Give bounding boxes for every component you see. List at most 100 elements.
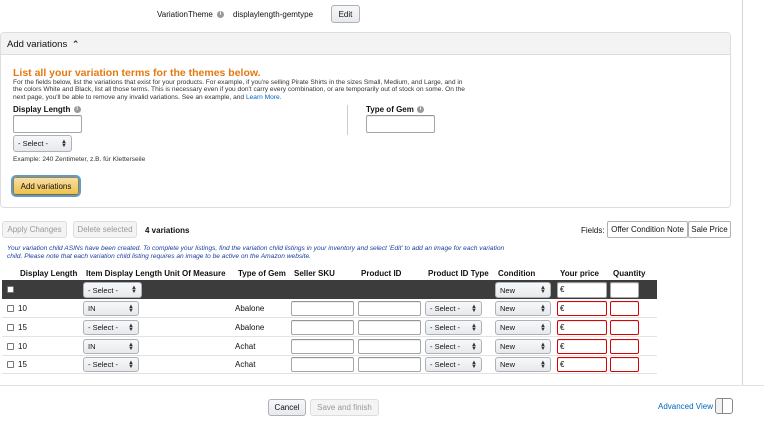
row-condition-select[interactable]: New ▲ ▼	[495, 320, 551, 335]
select-arrows-icon: ▲ ▼	[540, 285, 546, 295]
row-checkbox[interactable]	[7, 305, 14, 312]
toggle-knob	[716, 399, 723, 413]
select-arrows-icon: ▲ ▼	[540, 359, 546, 370]
select-arrows-icon: ▲ ▼	[471, 303, 477, 314]
row-product-id-input[interactable]	[358, 301, 421, 316]
edit-variation-theme-button[interactable]: Edit	[331, 5, 360, 23]
row-product-id-type-select[interactable]: - Select - ▲ ▼	[425, 357, 482, 372]
save-and-finish-button[interactable]: Save and finish	[310, 399, 379, 416]
add-variations-heading: List all your variation terms for the th…	[13, 67, 261, 79]
type-of-gem-input[interactable]	[366, 115, 435, 133]
row-type-of-gem: Abalone	[235, 323, 265, 332]
select-arrows-icon: ▲ ▼	[61, 138, 67, 149]
add-variations-description: For the fields below, list the variation…	[13, 79, 465, 101]
row-quantity-input[interactable]	[610, 320, 639, 335]
row-condition-select[interactable]: New ▲ ▼	[495, 357, 551, 372]
row-product-id-type-select[interactable]: - Select - ▲ ▼	[425, 301, 482, 316]
variation-theme-label: VariationTheme i	[157, 10, 225, 19]
footer-divider	[0, 385, 764, 386]
example-text: Example: 240 Zentimeter, z.B. für Klette…	[13, 156, 146, 163]
row-product-id-input[interactable]	[358, 339, 421, 354]
select-all-checkbox[interactable]	[7, 286, 14, 293]
info-icon[interactable]: i	[217, 11, 225, 19]
type-of-gem-label: Type of Gem i	[366, 105, 425, 114]
add-variations-button[interactable]: Add variations	[13, 177, 79, 195]
row-unit-select[interactable]: IN ▲ ▼	[83, 301, 139, 316]
row-price-input[interactable]	[557, 357, 607, 372]
variation-theme-value: displaylength-gemtype	[233, 10, 314, 19]
row-checkbox[interactable]	[7, 324, 14, 331]
select-arrows-icon: ▲ ▼	[540, 322, 546, 333]
row-display-length: 15	[18, 323, 27, 332]
select-arrows-icon: ▲ ▼	[128, 322, 134, 333]
col-condition: Condition	[498, 269, 536, 278]
col-quantity: Quantity	[613, 269, 646, 278]
row-checkbox[interactable]	[7, 361, 14, 368]
select-arrows-icon: ▲ ▼	[128, 303, 134, 314]
row-condition-select[interactable]: New ▲ ▼	[495, 339, 551, 354]
add-variations-title: Add variations ⌃	[7, 39, 80, 50]
row-type-of-gem: Achat	[235, 360, 256, 369]
row-checkbox[interactable]	[7, 343, 14, 350]
currency-symbol: €	[560, 304, 565, 313]
row-unit-select[interactable]: IN ▲ ▼	[83, 339, 139, 354]
row-seller-sku-input[interactable]	[291, 339, 354, 354]
currency-symbol: €	[560, 342, 565, 351]
bulk-unit-select[interactable]: - Select - ▲ ▼	[83, 282, 142, 298]
row-product-id-type-select[interactable]: - Select - ▲ ▼	[425, 320, 482, 335]
row-display-length: 10	[18, 304, 27, 313]
col-product-id-type: Product ID Type	[428, 269, 489, 278]
row-seller-sku-input[interactable]	[291, 357, 354, 372]
row-product-id-type-select[interactable]: - Select - ▲ ▼	[425, 339, 482, 354]
currency-symbol: €	[560, 285, 565, 294]
row-unit-select[interactable]: - Select - ▲ ▼	[83, 320, 139, 335]
select-arrows-icon: ▲ ▼	[471, 322, 477, 333]
row-product-id-input[interactable]	[358, 357, 421, 372]
row-price-input[interactable]	[557, 301, 607, 316]
row-quantity-input[interactable]	[610, 357, 639, 372]
bulk-quantity-input[interactable]	[610, 282, 639, 298]
add-variations-header[interactable]: Add variations ⌃	[1, 33, 730, 55]
row-display-length: 15	[18, 360, 27, 369]
info-icon[interactable]: i	[417, 106, 425, 114]
currency-symbol: €	[560, 360, 565, 369]
row-unit-select[interactable]: - Select - ▲ ▼	[83, 357, 139, 372]
row-quantity-input[interactable]	[610, 301, 639, 316]
display-length-unit-select[interactable]: - Select - ▲ ▼	[13, 135, 72, 152]
info-icon[interactable]: i	[73, 106, 81, 114]
apply-changes-button[interactable]: Apply Changes	[2, 221, 67, 238]
fields-label: Fields:	[581, 226, 605, 235]
row-seller-sku-input[interactable]	[291, 301, 354, 316]
learn-more-link[interactable]: Learn More.	[246, 94, 282, 101]
variation-count: 4 variations	[145, 226, 190, 235]
display-length-input[interactable]	[13, 115, 82, 133]
advanced-view-link[interactable]: Advanced View	[658, 402, 713, 411]
select-arrows-icon: ▲ ▼	[471, 359, 477, 370]
row-type-of-gem: Abalone	[235, 304, 265, 313]
row-seller-sku-input[interactable]	[291, 320, 354, 335]
row-display-length: 10	[18, 342, 27, 351]
field-divider	[347, 105, 348, 135]
select-arrows-icon: ▲ ▼	[540, 303, 546, 314]
row-condition-select[interactable]: New ▲ ▼	[495, 301, 551, 316]
delete-selected-button[interactable]: Delete selected	[73, 221, 137, 238]
bulk-price-input[interactable]	[557, 282, 607, 298]
sale-price-toggle[interactable]: Sale Price	[688, 221, 731, 238]
select-arrows-icon: ▲ ▼	[128, 341, 134, 352]
bulk-condition-select[interactable]: New ▲ ▼	[495, 282, 551, 298]
offer-condition-note-toggle[interactable]: Offer Condition Note	[607, 221, 688, 238]
select-arrows-icon: ▲ ▼	[128, 359, 134, 370]
row-price-input[interactable]	[557, 320, 607, 335]
col-seller-sku: Seller SKU	[294, 269, 335, 278]
col-type-of-gem: Type of Gem	[238, 269, 286, 278]
row-product-id-input[interactable]	[358, 320, 421, 335]
row-price-input[interactable]	[557, 339, 607, 354]
cancel-button[interactable]: Cancel	[268, 399, 306, 416]
display-length-label: Display Length i	[13, 105, 81, 114]
variation-notice: Your variation child ASINs have been cre…	[7, 245, 505, 260]
col-unit-of-measure: Item Display Length Unit Of Measure	[86, 269, 226, 278]
advanced-view-toggle[interactable]	[715, 398, 733, 414]
chevron-up-icon: ⌃	[71, 39, 80, 49]
row-quantity-input[interactable]	[610, 339, 639, 354]
select-arrows-icon: ▲ ▼	[131, 285, 137, 295]
